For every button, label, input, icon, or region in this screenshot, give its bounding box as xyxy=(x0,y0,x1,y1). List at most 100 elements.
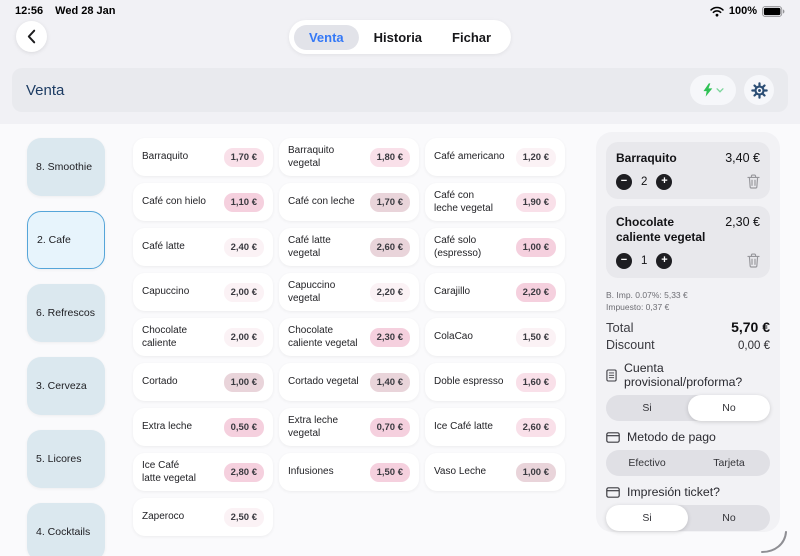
gear-icon xyxy=(750,81,768,99)
tax-summary: B. Imp. 0.07%: 5,33 € Impuesto: 0,37 € xyxy=(606,289,770,314)
tab-venta[interactable]: Venta xyxy=(293,24,359,50)
product-card-caf-con-leche-vegetal[interactable]: Café con leche vegetal 1,90 € xyxy=(425,183,565,221)
cart-item: Barraquito 3,40 € − 2 + xyxy=(606,142,770,199)
product-price-badge: 1,90 € xyxy=(515,192,556,212)
product-card-capuccino-vegetal[interactable]: Capuccino vegetal 2,20 € xyxy=(279,273,419,311)
page-title: Venta xyxy=(26,81,65,99)
cart-item-controls: − 2 + xyxy=(616,173,760,190)
product-card-caf-solo-espresso[interactable]: Café solo (espresso) 1,00 € xyxy=(425,228,565,266)
decrease-quantity-button[interactable]: − xyxy=(616,173,632,190)
total-row: Total 5,70 € xyxy=(606,319,770,335)
toggle-option-si[interactable]: Si xyxy=(606,395,688,421)
category-label: 3. Cerveza xyxy=(36,380,87,392)
product-name: Extra leche xyxy=(142,421,193,433)
cart-option-label: Metodo de pago xyxy=(627,430,716,445)
discount-label: Discount xyxy=(606,338,655,353)
product-price-badge: 1,10 € xyxy=(223,192,264,212)
product-grid: Barraquito 1,70 € Café con hielo 1,10 € … xyxy=(133,138,565,536)
product-card-extra-leche-vegetal[interactable]: Extra leche vegetal 0,70 € xyxy=(279,408,419,446)
sidebar-item-3-cerveza[interactable]: 3. Cerveza xyxy=(27,357,105,415)
toggle-option-no[interactable]: No xyxy=(688,395,770,422)
status-left: 12:56 Wed 28 Jan xyxy=(15,5,115,17)
tab-fichar[interactable]: Fichar xyxy=(437,25,506,50)
trash-icon[interactable] xyxy=(747,174,760,189)
total-label: Total xyxy=(606,320,634,336)
product-card-barraquito-vegetal[interactable]: Barraquito vegetal 1,80 € xyxy=(279,138,419,176)
product-column: Café americano 1,20 € Café con leche veg… xyxy=(425,138,565,536)
connection-flash-button[interactable] xyxy=(690,75,736,105)
tab-historia[interactable]: Historia xyxy=(359,25,437,50)
cart-option-header: Impresión ticket? xyxy=(606,485,770,499)
product-price-badge: 2,00 € xyxy=(223,327,264,347)
discount-row: Discount 0,00 € xyxy=(606,338,770,352)
product-name: Café con hielo xyxy=(142,196,206,208)
page-header: Venta xyxy=(12,68,788,112)
battery-percent: 100% xyxy=(728,5,757,17)
cart-item-name: Barraquito xyxy=(616,151,677,165)
product-card-chocolate-caliente-vegetal[interactable]: Chocolate caliente vegetal 2,30 € xyxy=(279,318,419,356)
cart-item-controls: − 1 + xyxy=(616,252,760,269)
product-card-infusiones[interactable]: Infusiones 1,50 € xyxy=(279,453,419,491)
toggle-option-si[interactable]: Si xyxy=(606,505,688,532)
product-price-badge: 1,00 € xyxy=(515,462,556,482)
battery-icon xyxy=(762,5,785,17)
chevron-left-icon xyxy=(27,29,36,44)
sidebar-item-4-cocktails[interactable]: 4. Cocktails xyxy=(27,503,105,556)
product-card-capuccino[interactable]: Capuccino 2,00 € xyxy=(133,273,273,311)
product-card-caf-latte-vegetal[interactable]: Café latte vegetal 2,60 € xyxy=(279,228,419,266)
status-right: 100% xyxy=(710,5,785,17)
product-card-extra-leche[interactable]: Extra leche 0,50 € xyxy=(133,408,273,446)
product-price-badge: 1,70 € xyxy=(369,192,410,212)
product-name: Ice Café latte xyxy=(434,421,493,433)
sidebar-item-8-smoothie[interactable]: 8. Smoothie xyxy=(27,138,105,196)
trash-icon[interactable] xyxy=(747,253,760,268)
product-card-cortado-vegetal[interactable]: Cortado vegetal 1,40 € xyxy=(279,363,419,401)
sidebar-item-2-cafe[interactable]: 2. Cafe xyxy=(27,211,105,269)
total-value: 5,70 € xyxy=(731,319,770,336)
segmented-toggle: Si No xyxy=(606,505,770,532)
product-card-zaperoco[interactable]: Zaperoco 2,50 € xyxy=(133,498,273,536)
product-card-doble-espresso[interactable]: Doble espresso 1,60 € xyxy=(425,363,565,401)
product-card-barraquito[interactable]: Barraquito 1,70 € xyxy=(133,138,273,176)
settings-button[interactable] xyxy=(744,75,774,105)
increase-quantity-button[interactable]: + xyxy=(656,252,673,269)
product-card-colacao[interactable]: ColaCao 1,50 € xyxy=(425,318,565,356)
category-label: 5. Licores xyxy=(36,453,82,465)
product-card-carajillo[interactable]: Carajillo 2,20 € xyxy=(425,273,565,311)
toggle-option-no[interactable]: No xyxy=(688,505,770,531)
sidebar-item-5-licores[interactable]: 5. Licores xyxy=(27,430,105,488)
product-card-caf-latte[interactable]: Café latte 2,40 € xyxy=(133,228,273,266)
product-card-caf-con-leche[interactable]: Café con leche 1,70 € xyxy=(279,183,419,221)
product-card-ice-caf-latte[interactable]: Ice Café latte 2,60 € xyxy=(425,408,565,446)
product-card-caf-con-hielo[interactable]: Café con hielo 1,10 € xyxy=(133,183,273,221)
product-card-chocolate-caliente[interactable]: Chocolate caliente 2,00 € xyxy=(133,318,273,356)
cart-item-quantity: 1 xyxy=(641,254,648,267)
product-price-badge: 2,00 € xyxy=(223,282,264,302)
product-price-badge: 1,40 € xyxy=(369,372,410,392)
wifi-icon xyxy=(710,6,724,17)
toggle-option-tarjeta[interactable]: Tarjeta xyxy=(688,450,770,476)
product-price-badge: 1,60 € xyxy=(515,372,556,392)
product-card-ice-caf-latte-vegetal[interactable]: Ice Café latte vegetal 2,80 € xyxy=(133,453,273,491)
product-name: Café con leche vegetal xyxy=(434,189,493,215)
toggle-option-efectivo[interactable]: Efectivo xyxy=(606,450,688,476)
product-price-badge: 1,00 € xyxy=(515,237,556,257)
increase-quantity-button[interactable]: + xyxy=(656,173,673,190)
product-column: Barraquito vegetal 1,80 € Café con leche… xyxy=(279,138,419,536)
decrease-quantity-button[interactable]: − xyxy=(616,252,632,269)
product-name: Doble espresso xyxy=(434,376,504,388)
product-name: Capuccino xyxy=(142,286,190,298)
product-card-caf-americano[interactable]: Café americano 1,20 € xyxy=(425,138,565,176)
sidebar-item-6-refrescos[interactable]: 6. Refrescos xyxy=(27,284,105,342)
cart-item: Chocolate caliente vegetal 2,30 € − 1 + xyxy=(606,205,770,278)
cart-item-name: Chocolate caliente vegetal xyxy=(616,214,706,245)
product-name: Café americano xyxy=(434,151,505,163)
back-button[interactable] xyxy=(16,21,47,52)
product-price-badge: 1,70 € xyxy=(223,147,264,167)
product-card-vaso-leche[interactable]: Vaso Leche 1,00 € xyxy=(425,453,565,491)
product-price-badge: 2,40 € xyxy=(223,237,264,257)
product-card-cortado[interactable]: Cortado 1,00 € xyxy=(133,363,273,401)
cart-toggles: Cuenta provisional/proforma? Si No Metodo… xyxy=(606,352,770,532)
cart-option: Metodo de pago Efectivo Tarjeta xyxy=(606,430,770,477)
cart-items: Barraquito 3,40 € − 2 + Chocolate calien… xyxy=(606,142,770,285)
